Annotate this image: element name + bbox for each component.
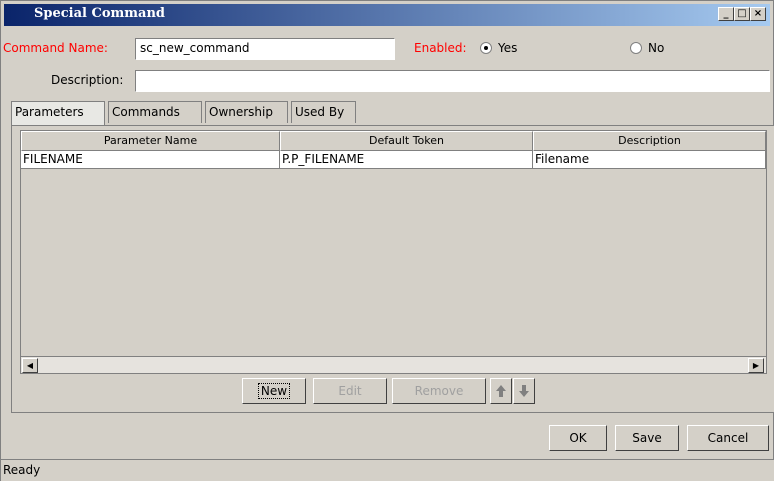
table-cell-default-token[interactable]: P.P_FILENAME [280, 151, 533, 169]
description-label: Description: [51, 73, 124, 87]
tab-parameters[interactable]: Parameters [11, 101, 105, 125]
tab-ownership[interactable]: Ownership [205, 101, 288, 123]
save-button[interactable]: Save [615, 425, 679, 451]
tab-commands[interactable]: Commands [108, 101, 202, 123]
enabled-yes-radio[interactable] [480, 42, 492, 54]
move-up-icon[interactable] [490, 378, 512, 404]
special-command-window: Special Command _ □ × Command Name: sc_n… [0, 0, 774, 481]
title-bar[interactable]: Special Command _ □ × [4, 4, 770, 26]
table-cell-parameter-name[interactable]: FILENAME [21, 151, 280, 169]
minimize-button[interactable]: _ [718, 7, 734, 21]
move-down-icon[interactable] [513, 378, 535, 404]
command-name-field[interactable]: sc_new_command [135, 38, 395, 60]
column-header-default-token[interactable]: Default Token [280, 131, 533, 151]
new-button[interactable]: New [242, 378, 306, 404]
column-header-description[interactable]: Description [533, 131, 766, 151]
remove-button[interactable]: Remove [392, 378, 486, 404]
enabled-no-radio[interactable] [630, 42, 642, 54]
enabled-no-label: No [648, 41, 665, 55]
status-bar: Ready [1, 459, 774, 481]
enabled-yes-label: Yes [498, 41, 518, 55]
ok-button[interactable]: OK [549, 425, 607, 451]
column-header-parameter-name[interactable]: Parameter Name [21, 131, 280, 151]
command-name-label: Command Name: [3, 41, 108, 55]
tab-used-by[interactable]: Used By [291, 101, 356, 123]
parameters-panel: Parameter Name Default Token Description… [11, 125, 774, 413]
parameters-table: Parameter Name Default Token Description… [20, 130, 767, 374]
cancel-button[interactable]: Cancel [687, 425, 769, 451]
scroll-left-icon[interactable]: ◀ [22, 358, 38, 373]
table-cell-description[interactable]: Filename [533, 151, 766, 169]
close-button[interactable]: × [750, 7, 766, 21]
maximize-button[interactable]: □ [734, 7, 750, 21]
status-text: Ready [3, 463, 41, 477]
window-title: Special Command [34, 6, 165, 21]
description-field[interactable] [135, 70, 770, 92]
horizontal-scrollbar[interactable]: ◀ ▶ [21, 356, 766, 373]
edit-button[interactable]: Edit [313, 378, 387, 404]
scroll-right-icon[interactable]: ▶ [748, 358, 764, 373]
enabled-label: Enabled: [414, 41, 467, 55]
